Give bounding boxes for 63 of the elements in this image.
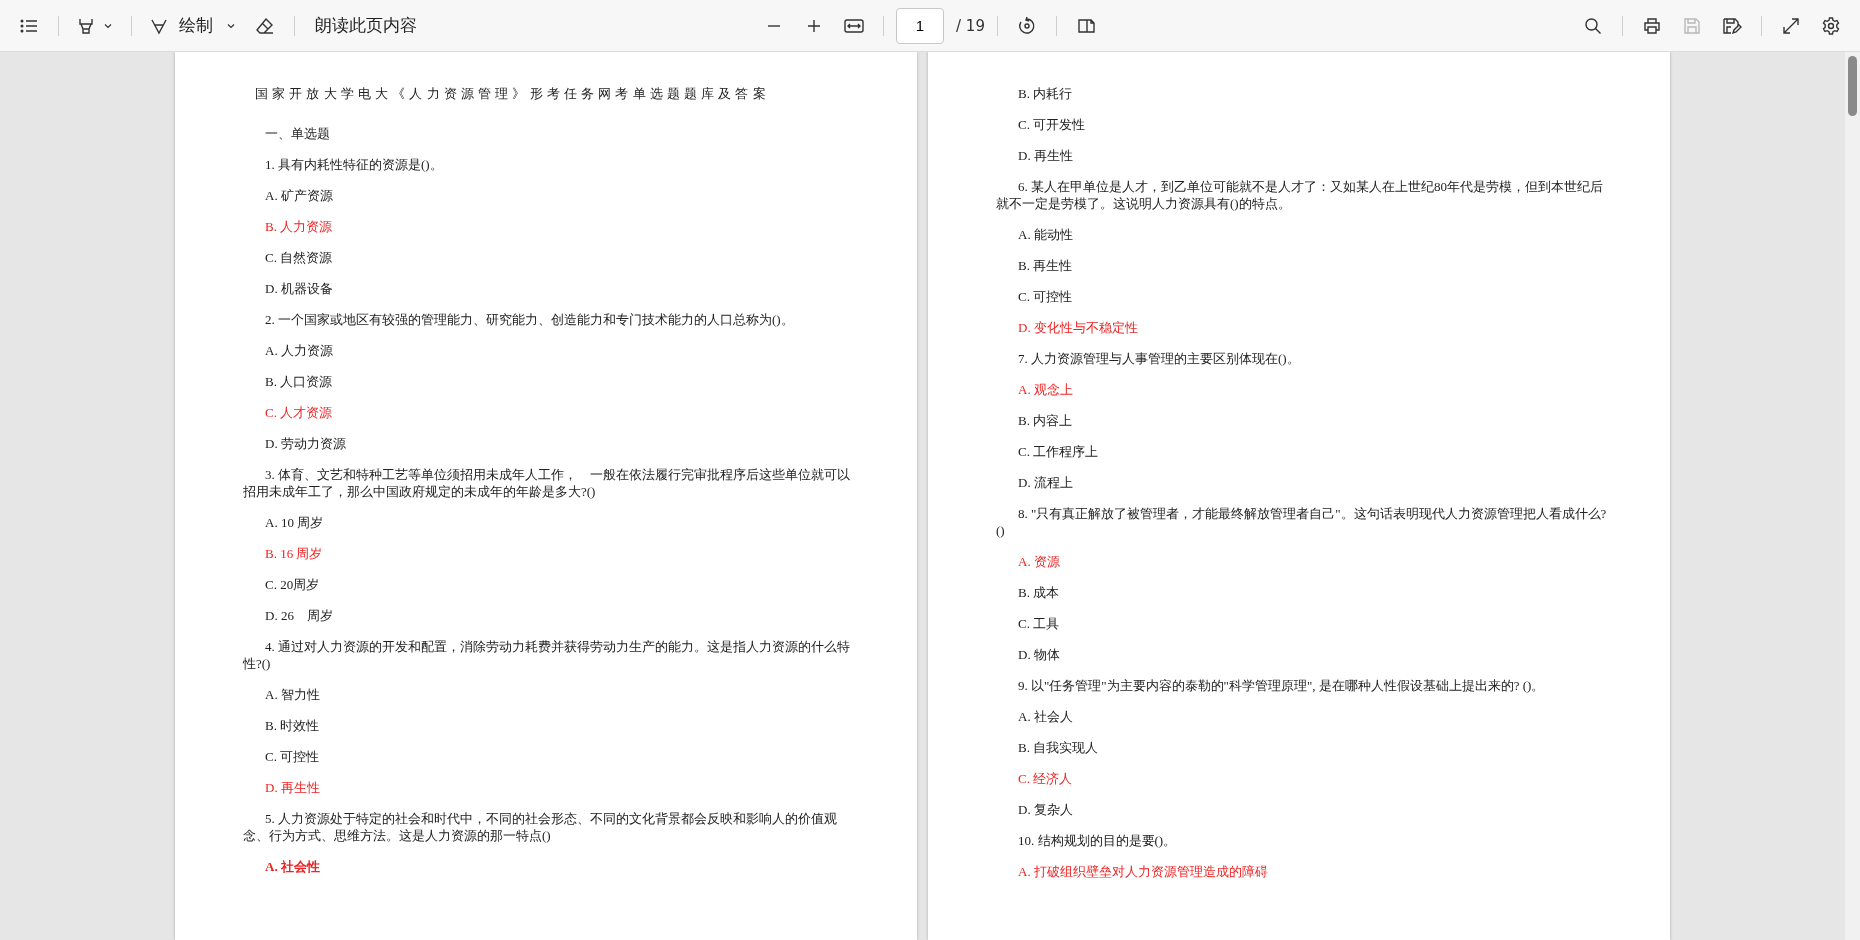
page-number-field[interactable]: 1 <box>896 7 945 44</box>
draw-button[interactable]: 绘制 <box>144 8 242 43</box>
question-text: 4. 通过对人力资源的开发和配置，消除劳动力耗费并获得劳动力生产的能力。这是指人力资源的什么特性?() <box>243 638 851 672</box>
answer-option: A. 社会人 <box>996 708 1612 725</box>
answer-option: C. 可开发性 <box>996 116 1612 133</box>
answer-option: C. 可控性 <box>243 748 859 765</box>
answer-option: B. 自我实现人 <box>996 739 1612 756</box>
answer-option: A. 10 周岁 <box>243 514 859 531</box>
question-text: 7. 人力资源管理与人事管理的主要区别体现在()。 <box>1017 350 1301 367</box>
section-heading: 一、单选题 <box>264 125 331 142</box>
correct-answer-option: C. 人才资源 <box>243 404 859 421</box>
question-text: 10. 结构规划的目的是要()。 <box>1017 832 1178 849</box>
answer-option: A. 智力性 <box>243 686 859 703</box>
printer-icon <box>1642 15 1662 36</box>
answer-option: B. 内耗行 <box>996 85 1612 102</box>
correct-answer-option: A. 资源 <box>996 553 1612 570</box>
answer-option: C. 可控性 <box>996 288 1612 305</box>
question-text: 9. 以"任务管理"为主要内容的泰勒的"科学管理原理", 是在哪种人性假设基础上提出来的? ()。 <box>1017 677 1546 694</box>
answer-option: B. 内容上 <box>996 412 1612 429</box>
correct-answer-option: A. 社会性 <box>243 858 859 875</box>
answer-option: D. 物体 <box>996 646 1612 663</box>
answer-option: C. 自然资源 <box>243 249 859 266</box>
page-total: / 19 <box>956 16 985 35</box>
answer-option: A. 矿产资源 <box>243 187 859 204</box>
question-text: 5. 人力资源处于特定的社会和时代中，不同的社会形态、不同的文化背景都会反映和影响人的价值观念、行为方式、思维方法。这是人力资源的那一特点() <box>243 810 838 844</box>
minus-icon <box>767 23 782 28</box>
scrollbar-thumb[interactable] <box>1848 56 1857 116</box>
scrollbar[interactable] <box>1845 52 1860 940</box>
expand-icon <box>1781 15 1801 36</box>
answer-option: C. 20周岁 <box>243 576 859 593</box>
eraser-icon <box>255 15 275 36</box>
answer-option: D. 机器设备 <box>243 280 859 297</box>
question-text: 6. 某人在甲单位是人才，到乙单位可能就不是人才了：又如某人在上世纪80年代是劳模，但到本世纪后就不一定是劳模了。这说明人力资源具有()的特点。 <box>996 178 1604 212</box>
settings-icon <box>1821 15 1841 36</box>
correct-answer-option: A. 打破组织壁垒对人力资源管理造成的障碍 <box>996 863 1612 880</box>
answer-option: A. 人力资源 <box>243 342 859 359</box>
answer-option: A. 能动性 <box>996 226 1612 243</box>
answer-option: B. 时效性 <box>243 717 859 734</box>
document-title: 国家开放大学电大《人力资源管理》形考任务网考单选题题库及答案 <box>254 85 771 102</box>
rotate-icon <box>1016 15 1037 36</box>
correct-answer-option: A. 观念上 <box>996 381 1612 398</box>
read-aloud-button[interactable]: 朗读此页内容 <box>307 8 425 43</box>
question-text: 3. 体育、文艺和特种工艺等单位须招用未成年人工作， 一般在依法履行完审批程序后这些单位就可以招用未成年工了，那么中国政府规定的未成年的年龄是多大?() <box>243 466 851 500</box>
correct-answer-option: D. 再生性 <box>243 779 859 796</box>
answer-option: D. 劳动力资源 <box>243 435 859 452</box>
correct-answer-option: D. 变化性与不稳定性 <box>996 319 1612 336</box>
search-icon <box>1583 15 1603 36</box>
answer-option: D. 再生性 <box>996 147 1612 164</box>
answer-option: C. 工作程序上 <box>996 443 1612 460</box>
answer-option: B. 人口资源 <box>243 373 859 390</box>
answer-option: D. 流程上 <box>996 474 1612 491</box>
correct-answer-option: B. 16 周岁 <box>243 545 859 562</box>
answer-option: B. 成本 <box>996 584 1612 601</box>
floppy-disk-pen-icon <box>1721 15 1743 36</box>
correct-answer-option: C. 经济人 <box>996 770 1612 787</box>
answer-option: B. 再生性 <box>996 257 1612 274</box>
question-text: 1. 具有内耗性特征的资源是()。 <box>264 156 444 173</box>
answer-option: D. 26 周岁 <box>243 607 859 624</box>
answer-option: C. 工具 <box>996 615 1612 632</box>
question-text: 2. 一个国家或地区有较强的管理能力、研究能力、创造能力和专门技术能力的人口总称为()。 <box>264 311 795 328</box>
correct-answer-option: B. 人力资源 <box>243 218 859 235</box>
question-text: 8. "只有真正解放了被管理者，才能最终解放管理者自己"。这句话表明现代人力资源管理把人看成什么?() <box>996 505 1608 539</box>
answer-option: D. 复杂人 <box>996 801 1612 818</box>
